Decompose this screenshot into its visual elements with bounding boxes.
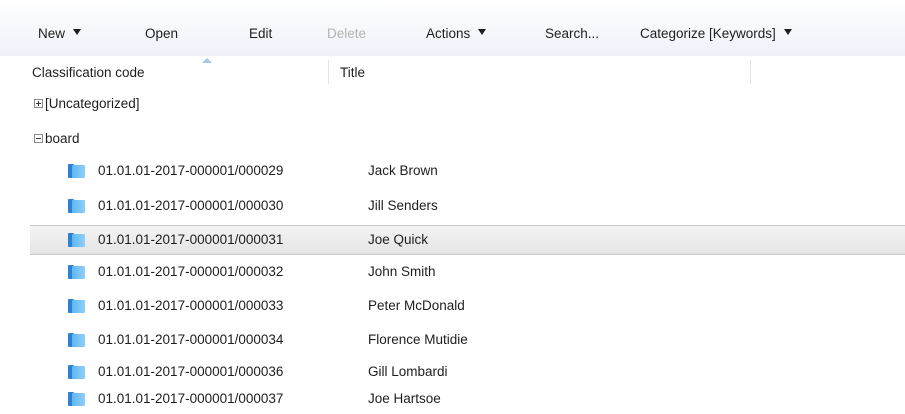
column-header-title[interactable]: Title [340, 56, 365, 86]
group-row-uncategorized[interactable]: [Uncategorized] [0, 89, 905, 119]
folder-icon [68, 365, 86, 379]
chevron-down-icon [73, 29, 82, 36]
folder-icon [68, 164, 86, 178]
title-cell: Peter McDonald [368, 298, 465, 313]
search-button[interactable]: Search... [545, 25, 599, 43]
table-row[interactable]: 01.01.01-2017-000001/000029 Jack Brown [30, 156, 905, 186]
table-row[interactable]: 01.01.01-2017-000001/000032 John Smith [30, 257, 905, 287]
toolbar: New Open Edit Delete Actions Search... C… [0, 0, 905, 56]
delete-button[interactable]: Delete [327, 25, 366, 43]
folder-icon [68, 265, 86, 279]
chevron-down-icon [478, 29, 487, 36]
title-cell: Joe Hartsoe [368, 391, 441, 406]
classification-code-cell: 01.01.01-2017-000001/000030 [98, 198, 284, 213]
classification-code-cell: 01.01.01-2017-000001/000031 [98, 232, 284, 247]
classification-code-cell: 01.01.01-2017-000001/000033 [98, 298, 284, 313]
column-header-classification-code[interactable]: Classification code [32, 56, 145, 86]
expand-plus-icon[interactable] [34, 99, 43, 108]
column-header-bar: Classification code Title [30, 56, 905, 86]
actions-button-label: Actions [426, 26, 471, 41]
table-row[interactable]: 01.01.01-2017-000001/000037 Joe Hartsoe [30, 384, 905, 414]
chevron-down-icon [783, 29, 792, 36]
table-row[interactable]: 01.01.01-2017-000001/000033 Peter McDona… [30, 291, 905, 321]
collapse-minus-icon[interactable] [34, 134, 43, 143]
column-divider[interactable] [750, 60, 751, 84]
table-row[interactable]: 01.01.01-2017-000001/000036 Gill Lombard… [30, 357, 905, 387]
categorize-button-label: Categorize [Keywords] [640, 26, 776, 41]
edit-button[interactable]: Edit [249, 25, 272, 43]
folder-icon [68, 333, 86, 347]
title-cell: Jill Senders [368, 198, 438, 213]
sort-ascending-icon [202, 58, 212, 63]
group-row-board[interactable]: board [0, 124, 905, 154]
actions-dropdown-button[interactable]: Actions [426, 25, 487, 43]
folder-icon [68, 392, 86, 406]
folder-icon [68, 299, 86, 313]
folder-icon [68, 199, 86, 213]
open-button[interactable]: Open [145, 25, 178, 43]
table-row-selected[interactable]: 01.01.01-2017-000001/000031 Joe Quick [30, 225, 905, 255]
classification-code-cell: 01.01.01-2017-000001/000032 [98, 264, 284, 279]
title-cell: John Smith [368, 264, 436, 279]
new-dropdown-button[interactable]: New [38, 25, 82, 43]
column-divider[interactable] [328, 60, 329, 84]
title-cell: Gill Lombardi [368, 364, 448, 379]
classification-code-cell: 01.01.01-2017-000001/000029 [98, 163, 284, 178]
categorize-dropdown-button[interactable]: Categorize [Keywords] [640, 25, 792, 43]
group-label: board [45, 131, 80, 146]
new-button-label: New [38, 26, 66, 41]
title-cell: Jack Brown [368, 163, 438, 178]
group-label: [Uncategorized] [45, 96, 140, 111]
title-cell: Florence Mutidie [368, 332, 468, 347]
classification-code-cell: 01.01.01-2017-000001/000037 [98, 391, 284, 406]
table-row[interactable]: 01.01.01-2017-000001/000030 Jill Senders [30, 191, 905, 221]
table-row[interactable]: 01.01.01-2017-000001/000034 Florence Mut… [30, 325, 905, 355]
folder-icon [68, 233, 86, 247]
classification-code-cell: 01.01.01-2017-000001/000036 [98, 364, 284, 379]
classification-code-cell: 01.01.01-2017-000001/000034 [98, 332, 284, 347]
title-cell: Joe Quick [368, 232, 429, 247]
